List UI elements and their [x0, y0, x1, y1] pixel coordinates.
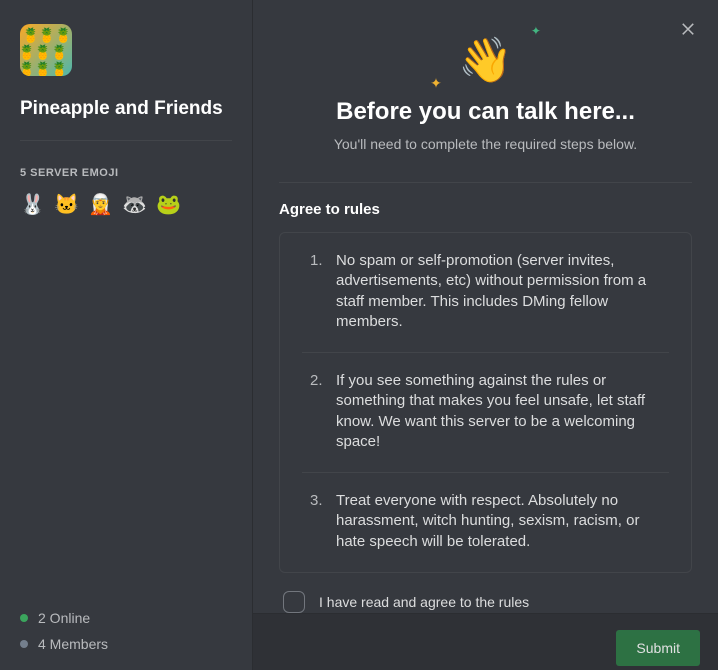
rules-box: 1. No spam or self-promotion (server inv…: [279, 232, 692, 573]
rule-text: If you see something against the rules o…: [336, 371, 669, 452]
sidebar-divider: [20, 140, 232, 141]
rule-item: 2. If you see something against the rule…: [302, 352, 669, 472]
close-button[interactable]: [676, 16, 700, 40]
rules-section-title: Agree to rules: [279, 201, 692, 218]
online-count: 2 Online: [38, 610, 90, 626]
rule-item: 3. Treat everyone with respect. Absolute…: [302, 472, 669, 572]
onboarding-panel: ✦ 👋 ✦ Before you can talk here... You'll…: [252, 0, 718, 670]
section-divider: [279, 182, 692, 183]
members-count: 4 Members: [38, 636, 108, 652]
agree-checkbox[interactable]: [283, 591, 305, 613]
sparkle-icon: ✦: [430, 75, 442, 92]
rule-item: 1. No spam or self-promotion (server inv…: [302, 233, 669, 352]
emoji-section-header: 5 Server Emoji: [20, 167, 232, 179]
agree-label: I have read and agree to the rules: [319, 594, 529, 610]
online-status: 2 Online: [20, 610, 108, 626]
server-name: Pineapple and Friends: [20, 98, 232, 120]
wave-graphic: ✦ 👋 ✦: [458, 34, 513, 86]
rule-text: Treat everyone with respect. Absolutely …: [336, 491, 669, 552]
hero-title: Before you can talk here...: [293, 98, 678, 126]
members-dot-icon: [20, 640, 28, 648]
server-emoji[interactable]: 🐸: [156, 193, 180, 217]
members-status: 4 Members: [20, 636, 108, 652]
rule-number: 2.: [310, 371, 326, 452]
sidebar-footer: 2 Online 4 Members: [20, 600, 108, 652]
server-emoji[interactable]: 🐱: [54, 193, 78, 217]
rule-number: 3.: [310, 491, 326, 552]
hero: ✦ 👋 ✦ Before you can talk here... You'll…: [253, 0, 718, 152]
close-icon: [679, 19, 697, 37]
server-emoji[interactable]: 🦝: [122, 193, 146, 217]
panel-footer: Submit: [253, 613, 718, 670]
sparkle-icon: ✦: [531, 24, 541, 38]
hero-subtitle: You'll need to complete the required ste…: [293, 136, 678, 152]
emoji-row: 🐰 🐱 🧝 🦝 🐸: [20, 193, 232, 217]
submit-button[interactable]: Submit: [616, 630, 700, 666]
rule-text: No spam or self-promotion (server invite…: [336, 251, 669, 332]
wave-icon: 👋: [458, 36, 513, 85]
rule-number: 1.: [310, 251, 326, 332]
server-icon: [20, 24, 72, 76]
online-dot-icon: [20, 614, 28, 622]
server-emoji[interactable]: 🐰: [20, 193, 44, 217]
server-sidebar: Pineapple and Friends 5 Server Emoji 🐰 🐱…: [0, 0, 252, 670]
server-emoji[interactable]: 🧝: [88, 193, 112, 217]
agree-row: I have read and agree to the rules: [279, 591, 692, 613]
rules-section: Agree to rules 1. No spam or self-promot…: [253, 182, 718, 613]
